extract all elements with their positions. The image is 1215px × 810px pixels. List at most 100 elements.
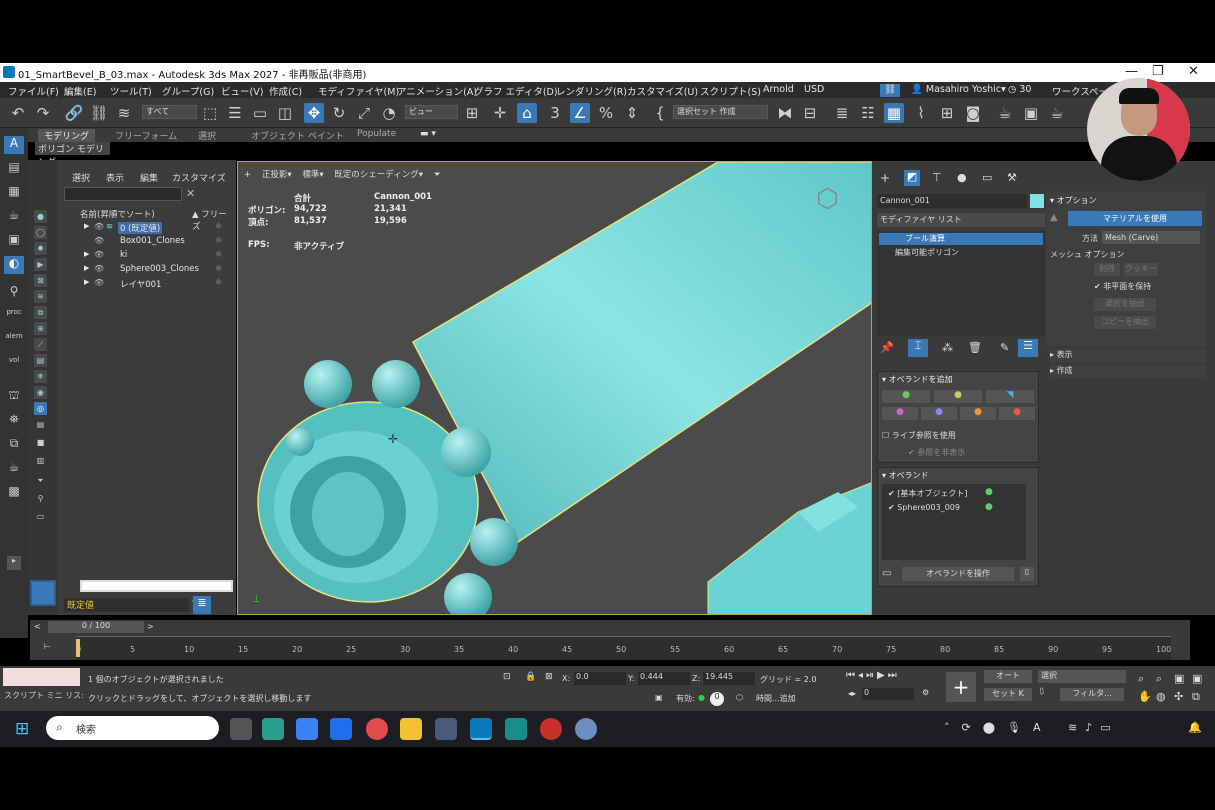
tool-active-icon[interactable]: ◐ [4,256,24,274]
operand-item[interactable]: ✔ [基本オブジェクト] [888,488,968,499]
task-view-icon[interactable] [230,718,252,740]
explorer-icon[interactable] [400,718,422,740]
viewport-filter-icon[interactable]: ⏷ [434,170,441,180]
show-end-result-icon[interactable]: ⌶ [908,339,928,357]
align-icon[interactable]: ⊟ [800,103,820,123]
filter-geometry-icon[interactable]: ● [34,210,47,223]
x-field[interactable]: 0.0 [574,672,626,685]
scale-icon[interactable]: ⤢ [354,103,374,123]
time-config-icon[interactable]: ⚙ [922,688,929,697]
filter-cameras-icon[interactable]: ▶ [34,258,47,271]
tool-frame-icon[interactable]: ▣ [4,232,24,250]
object-name-field[interactable]: Cannon_001 [877,194,1027,208]
operand-btn-4[interactable]: ● [882,407,918,420]
percent-snap-icon[interactable]: % [596,103,616,123]
toggle-ribbon-icon[interactable]: ☷ [858,103,878,123]
script-mini-listener[interactable]: スクリプト ミニ リス: [4,690,84,701]
zoom-extents-all-icon[interactable]: ▣ [1192,672,1202,685]
tool-window-icon[interactable]: ⧉ [4,436,24,454]
orbit-icon[interactable]: ✣ [1174,690,1183,703]
network-volume-battery[interactable]: ≋♪▭ [1068,721,1119,734]
track-bar[interactable]: 0510152025303540455055606570758085909510… [76,636,1171,660]
expand-icon[interactable]: ▶ [84,222,89,230]
taskbar-search[interactable]: ⌕ 検索 [46,716,219,740]
freeze-icon[interactable]: ❄ [215,250,222,260]
expand-icon[interactable]: ▶ [84,278,89,286]
explorer-row[interactable]: ▶ 👁 Sphere003_Clones ❄ [80,264,232,277]
render-frame-icon[interactable]: ▣ [1021,103,1041,123]
expand-arrow-icon[interactable]: ▸ [7,556,21,570]
display-rollout[interactable]: ▸ 表示 [1050,349,1206,362]
cookie-button[interactable]: クッキー [1124,263,1158,276]
menu-arnold[interactable]: Arnold [763,84,794,95]
filter-doc-icon[interactable]: ▤ [34,418,47,431]
modify-tab-icon[interactable]: ◩ [904,170,920,186]
maxscript-listener[interactable] [3,668,80,686]
operand-btn-5[interactable]: ● [921,407,957,420]
manipulate-icon[interactable]: ✛ [490,103,510,123]
next-frame-icon[interactable]: > [147,622,154,631]
trackbar-icon[interactable]: ⊢ [44,642,51,651]
layer-explorer-icon[interactable]: ≣ [832,103,852,123]
menu-usd[interactable]: USD [804,84,824,95]
ribbon-options-icon[interactable]: ▬ ▾ [420,129,436,139]
store-icon[interactable] [330,718,352,740]
tool-panel-icon[interactable]: ▩ [4,484,24,502]
filter-spacewarps-icon[interactable]: ≋ [34,290,47,303]
explorer-row[interactable]: ▶ 👁 ki ❄ [80,250,232,263]
viewport-shading-label[interactable]: 既定のシェーディング▾ [334,170,423,180]
render-teapot-icon[interactable]: ☕ [1047,103,1067,123]
maya-icon[interactable] [505,718,527,740]
menu-customize[interactable]: カスタマイズ(U) [627,84,698,98]
app-icon-b[interactable] [540,718,562,740]
selection-filter-dropdown[interactable]: すべて [142,105,197,119]
explorer-scrollbar[interactable] [80,580,233,592]
freeze-icon[interactable]: ❄ [215,222,222,232]
user-menu[interactable]: 👤 Masahiro Yoshic▾ [911,84,1006,95]
add-time-tag[interactable]: 時間...追加 [756,693,796,704]
extract-copy-button[interactable]: コピーを抽出 [1094,316,1156,329]
operand-btn-2[interactable]: ● [934,390,982,403]
header-name[interactable]: 名前(昇順でソート) [80,210,155,220]
operand-item[interactable]: ✔ Sphere003_009 [888,503,960,512]
windows-start-icon[interactable]: ⊞ [15,719,29,739]
operand-btn-1[interactable]: ● [882,390,930,403]
menu-edit[interactable]: 編集(E) [64,84,96,98]
lock-icon[interactable]: 🔒 [525,672,536,682]
expand-icon[interactable]: ▶ [84,250,89,258]
filter-list-icon[interactable]: ▥ [34,454,47,467]
expand-icon[interactable]: ▶ [84,264,89,272]
explorer-row[interactable]: ▶ 👁 ≋ 0 (既定値) ❄ [80,222,232,235]
funnel-icon[interactable]: ⏷ [34,474,47,487]
viewport[interactable]: ✛ ⊥ + 正投影▾ 標準▾ 既定のシェーディング▾ ⏷ 合計 Cannon_0… [237,161,872,615]
current-layer-field[interactable]: 既定値 [64,598,189,612]
zoom-icon[interactable]: ⌕ [1138,672,1144,686]
absolute-mode-icon[interactable]: ⊠ [545,672,553,682]
select-object-icon[interactable]: ⬚ [200,103,220,123]
zoom-all-icon[interactable]: ⌕ [1156,672,1162,686]
tool-bucket-icon[interactable]: ⛫ [4,388,24,406]
redo-icon[interactable]: ↷ [33,103,53,123]
eye-icon[interactable]: 👁 [94,278,104,287]
configure-sets-icon[interactable]: ✎ [1000,341,1009,354]
explorer-tab-customize[interactable]: カスタマイズ [172,171,226,184]
stack-item-boolean[interactable]: ブール演算 [879,233,1043,245]
filter-shapes-icon[interactable]: ◯ [34,226,47,239]
clock-icon[interactable]: ◷ 30 [1008,84,1031,95]
link-icon[interactable]: 🔗 [64,103,84,123]
select-by-name-icon[interactable]: ☰ [225,103,245,123]
motion-tab-icon[interactable]: ● [957,171,967,184]
eye-icon[interactable]: 👁 [94,264,104,273]
modifier-list-dropdown[interactable]: モディファイヤ リスト [877,213,1045,227]
chrome-icon[interactable] [366,718,388,740]
3dsmax-icon[interactable] [470,718,492,740]
explorer-tab-display[interactable]: 表示 [106,171,124,184]
named-selection-dropdown[interactable]: 選択セット 作成 [673,105,768,119]
hierarchy-tab-icon[interactable]: ⊤ [932,171,942,184]
use-material-button[interactable]: マテリアルを使用 [1068,211,1202,226]
menu-rendering[interactable]: レンダリング(R) [556,84,627,98]
freeze-icon[interactable]: ❄ [215,236,222,246]
pin-stack-icon[interactable]: 📌 [880,341,894,354]
move-icon[interactable]: ✥ [304,103,324,123]
operand-btn-7[interactable]: ● [999,407,1035,420]
